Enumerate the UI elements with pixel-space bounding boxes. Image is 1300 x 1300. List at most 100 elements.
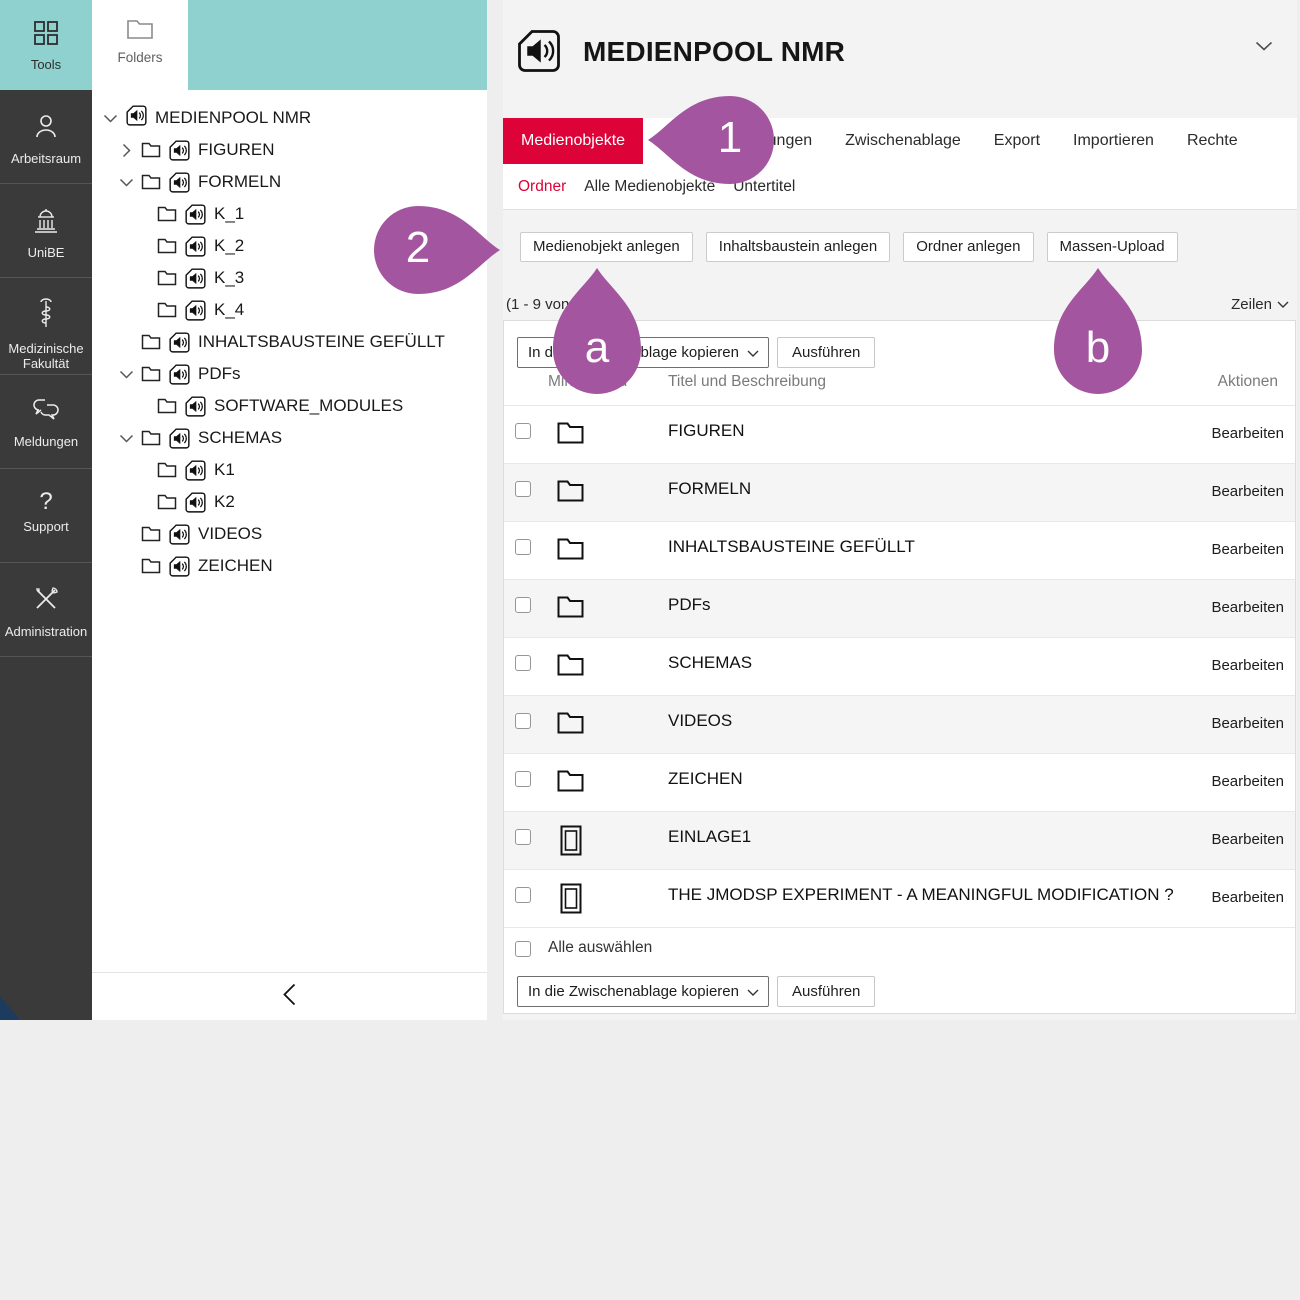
tab[interactable]: Zwischenablage bbox=[845, 118, 961, 164]
folder-icon bbox=[157, 270, 177, 286]
mediapool-icon bbox=[125, 104, 148, 132]
bulk-action-select[interactable]: In die Zwischenablage kopieren bbox=[517, 976, 769, 1007]
sidebar-item-tools[interactable]: Tools bbox=[0, 0, 92, 90]
sidebar-item-meldungen[interactable]: Meldungen bbox=[0, 375, 92, 469]
folders-panel: Folders bbox=[92, 0, 487, 1020]
sidebar-item-support[interactable]: ? Support bbox=[0, 469, 92, 563]
action-button-row: Medienobjekt anlegen Inhaltsbaustein anl… bbox=[503, 232, 1297, 262]
tree-item[interactable]: INHALTSBAUSTEINE GEFÜLLT bbox=[92, 326, 487, 358]
chevron-down-icon bbox=[747, 989, 759, 996]
tree-item[interactable]: FORMELN bbox=[92, 166, 487, 198]
edit-link[interactable]: Bearbeiten bbox=[1211, 657, 1284, 674]
select-all-label: Alle auswählen bbox=[548, 939, 652, 957]
tree-item-label: K_2 bbox=[214, 236, 244, 256]
tree-item[interactable]: K_2 bbox=[92, 230, 487, 262]
tree-item[interactable]: MEDIENPOOL NMR bbox=[92, 102, 487, 134]
subtab[interactable]: Alle Medienobjekte bbox=[584, 164, 715, 209]
tab-folders[interactable]: Folders bbox=[92, 0, 188, 90]
sidebar-item-arbeitsraum[interactable]: Arbeitsraum bbox=[0, 90, 92, 184]
list-meta-row: (1 - 9 von 9) Zeilen bbox=[503, 296, 1297, 316]
row-title[interactable]: PDFs bbox=[668, 595, 711, 615]
table-row: FIGUREN Bearbeiten bbox=[504, 405, 1295, 463]
rows-dropdown[interactable]: Zeilen bbox=[1231, 296, 1289, 313]
row-checkbox[interactable] bbox=[515, 423, 531, 439]
row-title[interactable]: FORMELN bbox=[668, 479, 751, 499]
edit-link[interactable]: Bearbeiten bbox=[1211, 773, 1284, 790]
folder-icon bbox=[557, 538, 584, 565]
mediapool-icon bbox=[184, 491, 207, 514]
university-building-icon bbox=[0, 206, 92, 239]
expander-chevron-icon[interactable] bbox=[119, 370, 141, 379]
tab[interactable]: Importieren bbox=[1073, 118, 1154, 164]
select-all-checkbox[interactable] bbox=[515, 941, 531, 957]
subtab[interactable]: Ordner bbox=[518, 164, 566, 209]
expander-chevron-icon[interactable] bbox=[119, 146, 141, 155]
row-title[interactable]: EINLAGE1 bbox=[668, 827, 751, 847]
collapse-panel-button[interactable] bbox=[283, 983, 296, 1011]
row-checkbox[interactable] bbox=[515, 713, 531, 729]
folder-icon bbox=[157, 494, 177, 510]
mediapool-icon bbox=[168, 523, 191, 546]
table-row: VIDEOS Bearbeiten bbox=[504, 695, 1295, 753]
sidebar-item-administration[interactable]: Administration bbox=[0, 563, 92, 657]
row-checkbox[interactable] bbox=[515, 539, 531, 555]
crossed-tools-icon bbox=[0, 585, 92, 618]
tree-item[interactable]: VIDEOS bbox=[92, 518, 487, 550]
expander-chevron-icon[interactable] bbox=[119, 434, 141, 443]
action-button[interactable]: Inhaltsbaustein anlegen bbox=[706, 232, 890, 262]
tab[interactable]: Medienobjekte bbox=[503, 118, 643, 164]
row-checkbox[interactable] bbox=[515, 597, 531, 613]
tree-item[interactable]: K2 bbox=[92, 486, 487, 518]
tab[interactable]: Rechte bbox=[1187, 118, 1238, 164]
media-table: In die Zwischenablage kopieren Ausführen… bbox=[503, 320, 1296, 1014]
sidebar-item-medizinische-fakultaet[interactable]: Medizinische Fakultät bbox=[0, 278, 92, 375]
expander-chevron-icon[interactable] bbox=[103, 114, 125, 123]
row-checkbox[interactable] bbox=[515, 481, 531, 497]
folder-icon bbox=[141, 142, 161, 158]
edit-link[interactable]: Bearbeiten bbox=[1211, 483, 1284, 500]
row-title[interactable]: INHALTSBAUSTEINE GEFÜLLT bbox=[668, 537, 915, 557]
main-tabbar: Medienobjekte Einstellungen Zwischenabla… bbox=[503, 118, 1297, 164]
table-header: Miniaturbild Titel und Beschreibung Akti… bbox=[504, 359, 1295, 405]
edit-link[interactable]: Bearbeiten bbox=[1211, 831, 1284, 848]
edit-link[interactable]: Bearbeiten bbox=[1211, 599, 1284, 616]
tree-item[interactable]: K1 bbox=[92, 454, 487, 486]
row-title[interactable]: FIGUREN bbox=[668, 421, 745, 441]
row-title[interactable]: SCHEMAS bbox=[668, 653, 752, 673]
edit-link[interactable]: Bearbeiten bbox=[1211, 541, 1284, 558]
folder-icon bbox=[557, 770, 584, 797]
row-checkbox[interactable] bbox=[515, 771, 531, 787]
row-title[interactable]: VIDEOS bbox=[668, 711, 732, 731]
tree-item[interactable]: PDFs bbox=[92, 358, 487, 390]
row-title[interactable]: ZEICHEN bbox=[668, 769, 743, 789]
execute-button[interactable]: Ausführen bbox=[777, 976, 875, 1007]
row-checkbox[interactable] bbox=[515, 887, 531, 903]
action-button[interactable]: Medienobjekt anlegen bbox=[520, 232, 693, 262]
action-button[interactable]: Massen-Upload bbox=[1047, 232, 1178, 262]
edit-link[interactable]: Bearbeiten bbox=[1211, 889, 1284, 906]
tree-item[interactable]: FIGUREN bbox=[92, 134, 487, 166]
tab[interactable]: Einstellungen bbox=[716, 118, 812, 164]
action-button[interactable]: Ordner anlegen bbox=[903, 232, 1033, 262]
sidebar-item-label: Support bbox=[0, 519, 92, 534]
row-checkbox[interactable] bbox=[515, 655, 531, 671]
subtab[interactable]: Untertitel bbox=[733, 164, 795, 209]
edit-link[interactable]: Bearbeiten bbox=[1211, 425, 1284, 442]
row-title[interactable]: THE JMODSP EXPERIMENT - A MEANINGFUL MOD… bbox=[668, 885, 1174, 905]
tree-item[interactable]: ZEICHEN bbox=[92, 550, 487, 582]
edit-link[interactable]: Bearbeiten bbox=[1211, 715, 1284, 732]
sidebar-item-unibe[interactable]: UniBE bbox=[0, 184, 92, 278]
collapse-header-chevron-icon[interactable] bbox=[1255, 38, 1273, 56]
folder-icon bbox=[157, 462, 177, 478]
folder-icon bbox=[157, 302, 177, 318]
tab[interactable]: Export bbox=[994, 118, 1040, 164]
expander-chevron-icon[interactable] bbox=[119, 178, 141, 187]
tree-item[interactable]: SCHEMAS bbox=[92, 422, 487, 454]
tree-item[interactable]: K_4 bbox=[92, 294, 487, 326]
row-checkbox[interactable] bbox=[515, 829, 531, 845]
folder-icon bbox=[557, 422, 584, 449]
tree-item[interactable]: K_3 bbox=[92, 262, 487, 294]
tree-item[interactable]: K_1 bbox=[92, 198, 487, 230]
sidebar-item-label: Administration bbox=[0, 624, 92, 639]
tree-item[interactable]: SOFTWARE_MODULES bbox=[92, 390, 487, 422]
